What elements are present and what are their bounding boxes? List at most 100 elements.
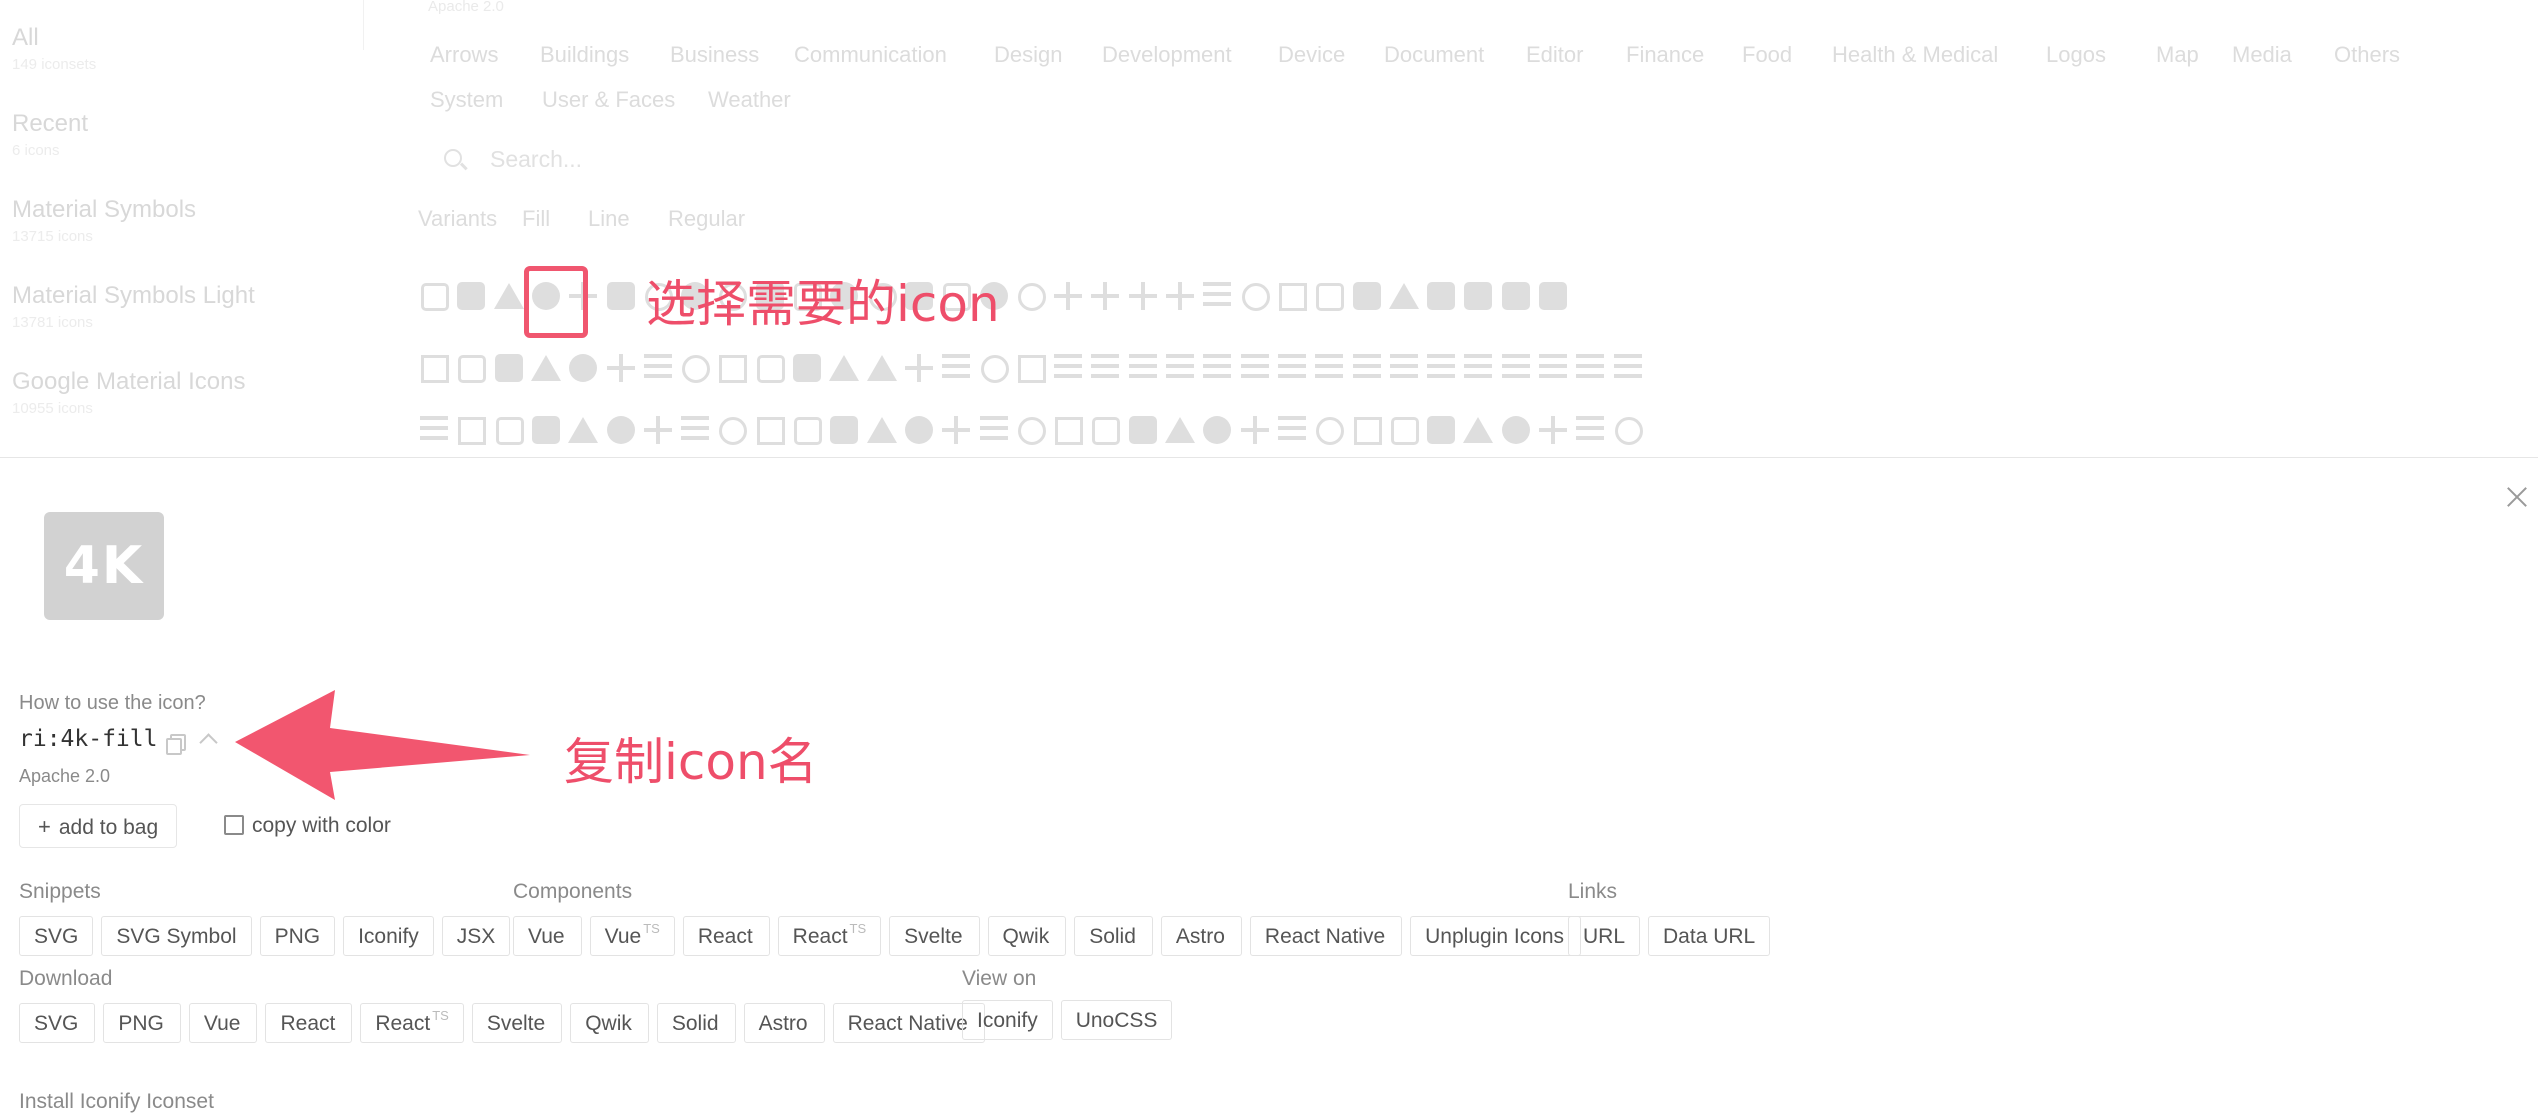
category-media[interactable]: Media xyxy=(2232,42,2292,68)
anticlockwise-line-icon[interactable] xyxy=(1089,414,1121,446)
anthropic-line-icon[interactable] xyxy=(1015,414,1047,446)
component-astro-button[interactable]: Astro xyxy=(1160,916,1242,956)
external-box-icon[interactable] xyxy=(1500,280,1532,312)
anticlockwise-fill-icon[interactable] xyxy=(1052,414,1084,446)
component-solid-button[interactable]: Solid xyxy=(1074,916,1153,956)
history-24-icon[interactable] xyxy=(418,280,450,312)
ai-image-fill-icon[interactable] xyxy=(455,352,487,384)
history-24-line-icon[interactable] xyxy=(455,280,487,312)
link-unlink-icon[interactable] xyxy=(940,352,972,384)
ancient-gate-line-icon[interactable] xyxy=(716,414,748,446)
align-bottom-icon[interactable] xyxy=(1052,352,1084,384)
component-react-ts-button[interactable]: React TS xyxy=(777,916,882,956)
anthropic-fill-icon[interactable] xyxy=(978,414,1010,446)
alarm-fill-icon[interactable] xyxy=(530,352,562,384)
alert-fill-icon[interactable] xyxy=(828,352,860,384)
variant-line[interactable]: Line xyxy=(588,206,630,232)
link-url-button[interactable]: URL xyxy=(1568,916,1641,956)
category-business[interactable]: Business xyxy=(670,42,759,68)
apple-line-icon[interactable] xyxy=(1313,414,1345,446)
aft-stack-fill-icon[interactable] xyxy=(1351,280,1383,312)
category-weather[interactable]: Weather xyxy=(708,87,791,113)
anchor-line-icon[interactable] xyxy=(642,414,674,446)
category-others[interactable]: Others xyxy=(2334,42,2400,68)
category-health-medical[interactable]: Health & Medical xyxy=(1832,42,1998,68)
align-center-icon[interactable] xyxy=(1089,352,1121,384)
admin-fill-icon[interactable] xyxy=(1201,280,1233,312)
flash-box-icon[interactable] xyxy=(1425,280,1457,312)
download-react-ts-button[interactable]: React TS xyxy=(360,1003,464,1043)
apps-line-icon[interactable] xyxy=(1537,414,1569,446)
align-item-right-line-icon[interactable] xyxy=(1388,352,1420,384)
component-qwik-button[interactable]: Qwik xyxy=(987,916,1067,956)
category-design[interactable]: Design xyxy=(994,42,1062,68)
snippet-jsx-button[interactable]: JSX xyxy=(441,916,511,956)
alarm-snooze-line-icon[interactable] xyxy=(642,352,674,384)
sidebar-item-material-symbols[interactable]: Material Symbols 13715 icons xyxy=(12,196,196,245)
component-react-button[interactable]: React xyxy=(682,916,770,956)
search-input[interactable]: Search... xyxy=(426,136,1626,182)
download-svg-button[interactable]: SVG xyxy=(19,1003,96,1043)
component-react-native-button[interactable]: React Native xyxy=(1249,916,1403,956)
android-fill-icon[interactable] xyxy=(828,414,860,446)
category-logos[interactable]: Logos xyxy=(2046,42,2106,68)
icon-name[interactable]: ri:4k-fill xyxy=(19,726,157,752)
align-right-icon[interactable] xyxy=(1574,352,1606,384)
advertisement-line-icon[interactable] xyxy=(1313,280,1345,312)
category-finance[interactable]: Finance xyxy=(1626,42,1704,68)
alipay-line-icon[interactable] xyxy=(493,414,525,446)
sidebar-item-all[interactable]: All 149 iconsets xyxy=(12,24,96,73)
download-qwik-button[interactable]: Qwik xyxy=(570,1003,649,1043)
archive-2-fill-icon[interactable] xyxy=(1574,414,1606,446)
download-vue-button[interactable]: Vue xyxy=(188,1003,258,1043)
align-item-left-fill-icon[interactable] xyxy=(1276,352,1308,384)
add-icon[interactable] xyxy=(1052,280,1084,312)
component-vue-button[interactable]: Vue xyxy=(513,916,582,956)
snippet-svg-symbol-button[interactable]: SVG Symbol xyxy=(101,916,252,956)
snippet-png-button[interactable]: PNG xyxy=(259,916,336,956)
download-astro-button[interactable]: Astro xyxy=(743,1003,825,1043)
app-store-fill-icon[interactable] xyxy=(1201,414,1233,446)
align-top-icon[interactable] xyxy=(1612,352,1644,384)
apps-2-fill-icon[interactable] xyxy=(1425,414,1457,446)
category-buildings[interactable]: Buildings xyxy=(540,42,629,68)
category-editor[interactable]: Editor xyxy=(1526,42,1583,68)
variant-regular[interactable]: Regular xyxy=(668,206,745,232)
align-item-right-fill-icon[interactable] xyxy=(1351,352,1383,384)
alarm-snooze-fill-icon[interactable] xyxy=(605,352,637,384)
apps-2-add-fill-icon[interactable] xyxy=(1351,414,1383,446)
archive-2-line-icon[interactable] xyxy=(1612,414,1644,446)
anticlockwise-2-line-icon[interactable] xyxy=(1164,414,1196,446)
category-arrows[interactable]: Arrows xyxy=(430,42,498,68)
snippet-iconify-button[interactable]: Iconify xyxy=(343,916,434,956)
checkbox-box[interactable] xyxy=(224,815,244,835)
apps-2-add-line-icon[interactable] xyxy=(1388,414,1420,446)
add-large-icon[interactable] xyxy=(1127,280,1159,312)
component-svelte-button[interactable]: Svelte xyxy=(889,916,980,956)
ancient-gate-fill-icon[interactable] xyxy=(679,414,711,446)
download-solid-button[interactable]: Solid xyxy=(656,1003,736,1043)
align-item-left-line-icon[interactable] xyxy=(1313,352,1345,384)
link-data-url-button[interactable]: Data URL xyxy=(1648,916,1771,956)
app-store-line-icon[interactable] xyxy=(1239,414,1271,446)
sidebar-item-recent[interactable]: Recent 6 icons xyxy=(12,110,88,159)
category-user-faces[interactable]: User & Faces xyxy=(542,87,675,113)
ai-box-icon[interactable] xyxy=(1537,280,1569,312)
aft-stack-line-icon[interactable] xyxy=(1388,280,1420,312)
component-unplugin-icons-button[interactable]: Unplugin Icons xyxy=(1410,916,1582,956)
ancient-pavilion-line-icon[interactable] xyxy=(791,414,823,446)
apps-2-line-icon[interactable] xyxy=(1462,414,1494,446)
ai-image-line-icon[interactable] xyxy=(493,352,525,384)
download-svelte-button[interactable]: Svelte xyxy=(471,1003,563,1043)
align-item-center-fill-icon[interactable] xyxy=(1201,352,1233,384)
align-item-bottom-line-icon[interactable] xyxy=(1164,352,1196,384)
4k-fill-icon[interactable] xyxy=(493,280,525,312)
angularjs-line-icon[interactable] xyxy=(940,414,972,446)
align-item-bottom-fill-icon[interactable] xyxy=(1127,352,1159,384)
advertisement-fill-icon[interactable] xyxy=(1276,280,1308,312)
chevron-up-icon[interactable] xyxy=(199,733,218,752)
copy-with-color-checkbox[interactable]: copy with color xyxy=(224,804,391,848)
amazon-line-icon[interactable] xyxy=(567,414,599,446)
alipay-fill-icon[interactable] xyxy=(455,414,487,446)
align-item-top-fill-icon[interactable] xyxy=(1425,352,1457,384)
